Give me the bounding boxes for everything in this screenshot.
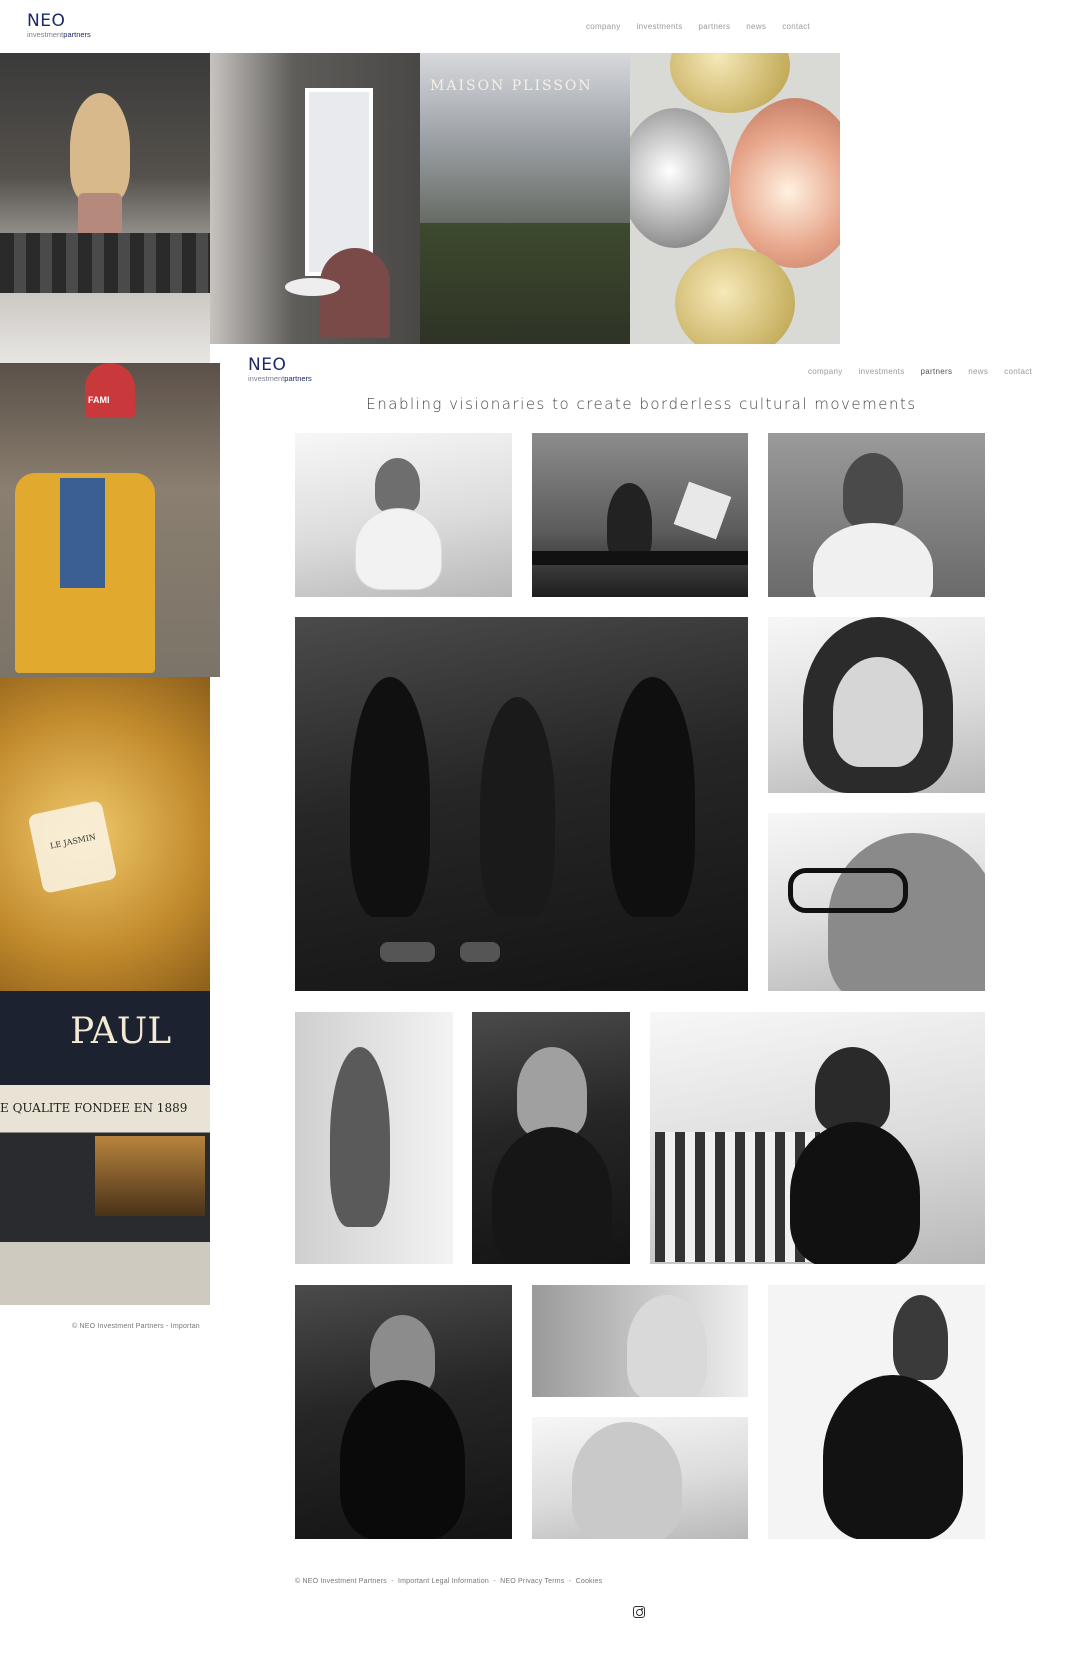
main-nav: company investments partners news contac… — [808, 367, 1032, 376]
hat-text: FAMI — [88, 395, 110, 405]
lamps-image[interactable] — [630, 53, 840, 344]
partner-portrait[interactable] — [295, 1285, 512, 1539]
partner-portrait[interactable] — [472, 1012, 630, 1264]
nav-news[interactable]: news — [746, 22, 766, 31]
partner-portrait[interactable] — [532, 433, 748, 597]
instagram-icon[interactable] — [633, 1606, 645, 1618]
background-footer: © NEO Investment Partners - Importan — [72, 1323, 200, 1330]
partner-portrait[interactable] — [650, 1012, 985, 1264]
logo-subtitle: investmentpartners — [27, 30, 91, 39]
site-footer: © NEO Investment Partners - Important Le… — [295, 1578, 603, 1585]
paul-subsign: E QUALITE FONDEE EN 1889 — [0, 1101, 188, 1115]
interior-image[interactable] — [210, 53, 420, 344]
partner-portrait[interactable] — [295, 1012, 453, 1264]
nav-investments[interactable]: investments — [637, 22, 683, 31]
street-fashion-image[interactable]: FAMI — [0, 363, 220, 677]
nav-company[interactable]: company — [586, 22, 621, 31]
footer-legal-link[interactable]: Important Legal Information — [398, 1578, 489, 1585]
nav-partners[interactable]: partners — [921, 367, 953, 376]
storefront-image[interactable]: MAISON PLISSON — [420, 53, 630, 344]
logo-wordmark: NEO — [27, 11, 66, 31]
nav-partners[interactable]: partners — [699, 22, 731, 31]
footer-cookies-link[interactable]: Cookies — [576, 1578, 603, 1585]
partner-portrait[interactable] — [768, 433, 985, 597]
top-nav: company investments partners news contac… — [586, 22, 810, 31]
partner-portrait[interactable] — [532, 1285, 748, 1397]
perfume-image[interactable]: LE JASMIN — [0, 677, 210, 991]
footer-privacy-link[interactable]: NEO Privacy Terms — [500, 1578, 564, 1585]
nav-contact[interactable]: contact — [1004, 367, 1032, 376]
partner-portrait[interactable] — [768, 617, 985, 793]
nav-investments[interactable]: investments — [859, 367, 905, 376]
partner-portrait[interactable] — [768, 1285, 985, 1539]
partner-portrait[interactable] — [532, 1417, 748, 1539]
logo[interactable]: NEO investmentpartners — [27, 13, 91, 39]
logo-wordmark: NEO — [248, 355, 287, 375]
partner-portrait[interactable] — [768, 813, 985, 991]
paul-bakery-image[interactable]: PAUL E QUALITE FONDEE EN 1889 — [0, 991, 210, 1305]
page-tagline: Enabling visionaries to create borderles… — [366, 395, 917, 413]
maison-sign: MAISON PLISSON — [430, 78, 593, 94]
logo-subtitle: investmentpartners — [248, 374, 312, 383]
nav-company[interactable]: company — [808, 367, 843, 376]
nav-news[interactable]: news — [968, 367, 988, 376]
nav-contact[interactable]: contact — [782, 22, 810, 31]
partner-group-portrait[interactable] — [295, 617, 748, 991]
logo-overlay[interactable]: NEO investmentpartners — [248, 357, 312, 383]
paul-sign: PAUL — [70, 1011, 172, 1052]
footer-copyright: © NEO Investment Partners — [295, 1578, 387, 1585]
runway-image[interactable] — [0, 53, 210, 363]
partner-portrait[interactable] — [295, 433, 512, 597]
